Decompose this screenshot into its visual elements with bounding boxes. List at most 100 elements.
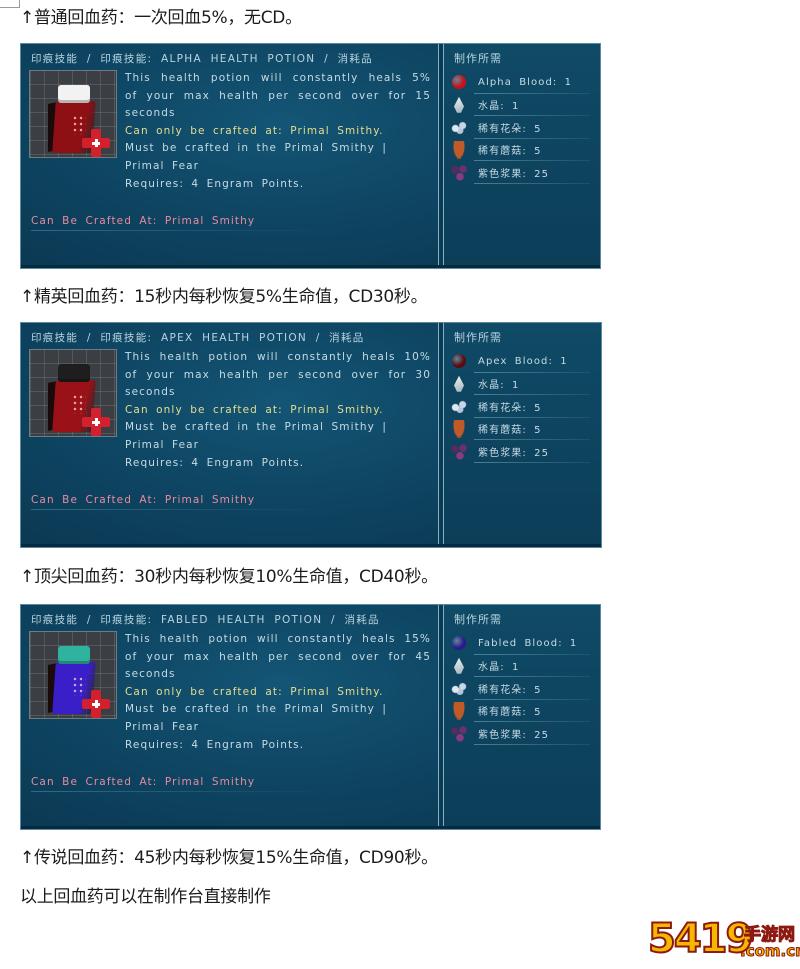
cross-center [92,139,100,147]
breadcrumb: 印痕技能 / 印痕技能: FABLED HEALTH POTION / 消耗品 [31,614,380,626]
crafted-at-station: Can Be Crafted At: Primal Smithy [31,215,256,227]
requirements-pane: 制作所需 Apex Blood: 1 水晶: 1 稀有花朵: 5 稀有蘑菇: 5… [444,323,601,547]
requirement-item: 稀有蘑菇: 5 [448,700,598,723]
requirements-pane: 制作所需 Alpha Blood: 1 水晶: 1 稀有花朵: 5 稀有蘑菇: … [444,44,600,268]
footer-note: 以上回血药可以在制作台直接制作 [20,887,271,907]
breadcrumb: 印痕技能 / 印痕技能: ALPHA HEALTH POTION / 消耗品 [31,53,373,65]
requirement-item: 紫色浆果: 25 [448,440,598,463]
fabled-blood-icon [448,634,470,652]
desc-line: of your max health per second over for 4… [125,650,431,663]
crystal-icon [448,657,470,675]
rare-flower-icon [448,679,470,697]
must-craft-line: Primal Fear [125,159,200,172]
requirement-label: 水晶: 1 [478,101,520,113]
desc-line: of your max health per second over for 1… [125,89,431,102]
apex-health-potion-icon [29,349,117,437]
requirement-label: 稀有花朵: 5 [478,123,542,135]
requirement-item: Apex Blood: 1 [448,350,598,373]
caption-apex-potion: ↑精英回血药：15秒内每秒恢复5%生命值，CD30秒。 [20,287,428,307]
watermark-domain: .com.cn [740,942,800,961]
site-watermark-logo: 5419 手游网 .com.cn [647,914,800,966]
caption-alpha-potion: ↑普通回血药：一次回血5%，无CD。 [20,8,302,28]
bottle-cap [58,364,90,382]
rare-mushroom-icon [448,140,470,159]
crystal-icon [448,96,470,114]
engram-panel-fabled: 印痕技能 / 印痕技能: FABLED HEALTH POTION / 消耗品 … [20,604,601,830]
desc-line: seconds [125,668,176,681]
must-craft-line: Must be crafted in the Primal Smithy | [125,142,387,155]
cross-center [92,700,100,708]
requirement-label: 水晶: 1 [478,662,520,674]
crystal-icon [448,375,470,393]
requirement-label: 稀有花朵: 5 [478,402,542,414]
requirement-item: 稀有花朵: 5 [448,395,598,418]
requirement-item: Fabled Blood: 1 [448,632,598,655]
engram-points-required: Requires: 4 Engram Points. [125,177,305,190]
blood-orb [452,75,466,90]
requirement-label: 稀有蘑菇: 5 [478,425,542,437]
requirement-label: 紫色浆果: 25 [478,729,550,741]
cross-center [92,418,100,426]
requirement-item: 紫色浆果: 25 [448,722,598,745]
requirements-title: 制作所需 [454,613,502,626]
requirement-item: 稀有蘑菇: 5 [448,139,598,162]
rare-mushroom-icon [448,419,470,438]
alpha-health-potion-icon [29,70,117,158]
engram-description: This health potion will constantly heals… [125,631,431,754]
desc-line: seconds [125,386,176,399]
alpha-blood-icon [448,73,470,91]
must-craft-line: Must be crafted in the Primal Smithy | [125,703,387,716]
rare-mushroom-icon [448,701,470,720]
engram-points-required: Requires: 4 Engram Points. [125,738,305,751]
requirements-title: 制作所需 [454,331,502,344]
desc-line: seconds [125,107,176,120]
desc-line: This health potion will constantly heals… [125,351,431,363]
rare-flower-icon [448,397,470,415]
requirement-item: 水晶: 1 [448,655,598,678]
blood-orb [452,636,466,651]
engram-info-pane: 印痕技能 / 印痕技能: FABLED HEALTH POTION / 消耗品 … [21,605,438,829]
engram-description: This health potion will constantly heals… [125,349,431,472]
engram-panel-alpha: 印痕技能 / 印痕技能: ALPHA HEALTH POTION / 消耗品 T… [20,43,601,269]
crafted-at-station: Can Be Crafted At: Primal Smithy [31,494,256,506]
requirements-list: Apex Blood: 1 水晶: 1 稀有花朵: 5 稀有蘑菇: 5 紫色浆果… [448,350,598,463]
requirements-list: Alpha Blood: 1 水晶: 1 稀有花朵: 5 稀有蘑菇: 5 紫色浆… [448,71,598,184]
must-craft-line: Must be crafted in the Primal Smithy | [125,421,387,434]
caption-legendary-potion: ↑传说回血药：45秒内每秒恢复15%生命值，CD90秒。 [20,848,438,868]
requirements-list: Fabled Blood: 1 水晶: 1 稀有花朵: 5 稀有蘑菇: 5 紫色… [448,632,598,745]
desc-line: This health potion will constantly heals… [125,72,431,84]
apex-blood-icon [448,352,470,370]
requirement-label: 稀有蘑菇: 5 [478,707,542,719]
bottle-cap [58,646,90,664]
requirement-label: 稀有花朵: 5 [478,684,542,696]
crafted-at-station: Can Be Crafted At: Primal Smithy [31,776,256,788]
requirement-item: Alpha Blood: 1 [448,71,598,94]
requirement-item: 稀有花朵: 5 [448,677,598,700]
requirement-label: 水晶: 1 [478,380,520,392]
requirement-label: Fabled Blood: 1 [478,637,578,649]
must-craft-line: Primal Fear [125,438,200,451]
requirement-label: 紫色浆果: 25 [478,168,550,180]
bottle-cap [58,85,90,103]
requirement-label: 紫色浆果: 25 [478,447,550,459]
watermark-number: 5419 [647,915,754,963]
blood-orb [452,354,466,369]
requirement-label: 稀有蘑菇: 5 [478,146,542,158]
craft-only-note: Can only be crafted at: Primal Smithy. [125,124,384,137]
divider-line [31,791,331,792]
requirements-pane: 制作所需 Fabled Blood: 1 水晶: 1 稀有花朵: 5 稀有蘑菇:… [444,605,600,829]
purple-berry-icon [448,442,470,461]
requirement-label: Apex Blood: 1 [478,355,568,367]
engram-panel-apex: 印痕技能 / 印痕技能: APEX HEALTH POTION / 消耗品 Th… [20,322,602,548]
desc-line: of your max health per second over for 3… [125,368,431,381]
requirement-item: 紫色浆果: 25 [448,161,598,184]
desc-line: This health potion will constantly heals… [125,633,431,645]
requirement-item: 水晶: 1 [448,373,598,396]
caption-fabled-potion: ↑顶尖回血药：30秒内每秒恢复10%生命值，CD40秒。 [20,567,438,587]
requirement-item: 稀有蘑菇: 5 [448,418,598,441]
corner-mark [0,0,20,8]
craft-only-note: Can only be crafted at: Primal Smithy. [125,685,384,698]
fabled-health-potion-icon [29,631,117,719]
rare-flower-icon [448,118,470,136]
must-craft-line: Primal Fear [125,720,200,733]
